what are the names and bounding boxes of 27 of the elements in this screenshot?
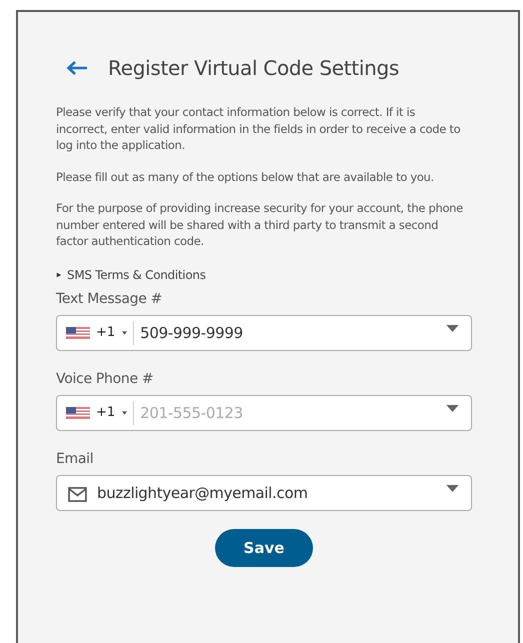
phone-field[interactable]: +1 201-555-0123 <box>56 394 472 430</box>
field-placeholder: 201-555-0123 <box>140 404 243 422</box>
save-button[interactable]: Save <box>215 528 313 566</box>
caret-icon[interactable] <box>122 330 128 334</box>
instruction-text: Please verify that your contact information below is correct. If it is incorrect, enter valid information in the fields in order to receive a code to log into the application. <box>56 104 462 154</box>
field-value: buzzlightyear@myemail.com <box>97 484 308 502</box>
dropdown-caret-icon[interactable] <box>446 405 459 412</box>
field-label: Email <box>56 450 94 466</box>
field-label: Text Message # <box>56 290 164 306</box>
instruction-text: Please fill out as many of the options below that are available to you. <box>56 168 435 185</box>
email-field[interactable]: buzzlightyear@myemail.com <box>56 474 472 510</box>
field-value: 509-999-9999 <box>140 324 243 342</box>
page-title: Register Virtual Code Settings <box>108 56 400 80</box>
phone-field[interactable]: +1 509-999-9999 <box>56 314 472 350</box>
sms-terms-toggle[interactable]: SMS Terms & Conditions <box>56 268 206 282</box>
instruction-text: For the purpose of providing increase security for your account, the phone number entered will be shared with a third party to transmit a second factor authentication code. <box>56 200 464 250</box>
back-arrow-icon[interactable] <box>66 60 88 76</box>
envelope-icon <box>68 487 87 502</box>
disclosure-triangle-icon[interactable] <box>56 272 62 278</box>
flag-icon[interactable] <box>66 406 90 418</box>
country-code[interactable]: +1 <box>96 325 116 340</box>
field-label: Voice Phone # <box>56 370 154 386</box>
flag-icon[interactable] <box>66 326 90 338</box>
dropdown-caret-icon[interactable] <box>446 485 459 492</box>
dropdown-caret-icon[interactable] <box>446 325 459 332</box>
country-code[interactable]: +1 <box>96 405 116 420</box>
caret-icon[interactable] <box>122 410 128 414</box>
